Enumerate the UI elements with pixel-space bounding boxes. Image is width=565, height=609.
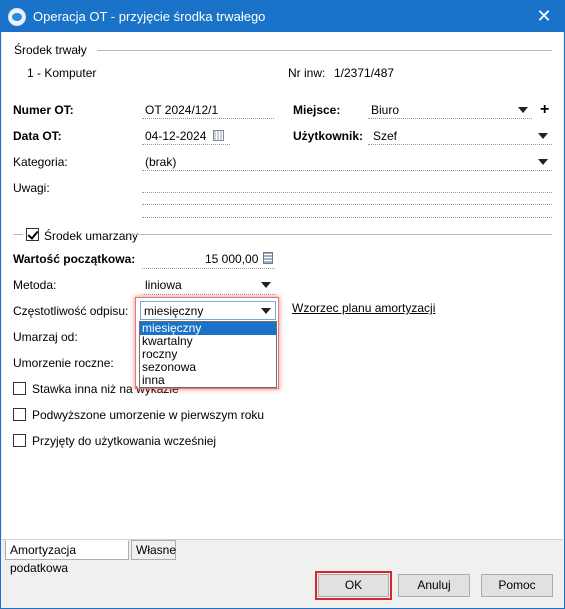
- metoda-dropdown-arrow-icon[interactable]: [261, 282, 271, 288]
- nr-inw-label: Nr inw:: [288, 66, 326, 80]
- miejsce-dropdown-arrow-icon[interactable]: [518, 107, 528, 113]
- kategoria-label: Kategoria:: [13, 155, 68, 169]
- dialog-window: Operacja OT - przyjęcie środka trwałego …: [0, 0, 565, 609]
- metoda-select[interactable]: liniowa: [145, 278, 182, 292]
- czestotliwosc-select[interactable]: miesięczny: [140, 301, 276, 320]
- data-ot-underline: [142, 144, 230, 145]
- calendar-icon[interactable]: [213, 130, 224, 141]
- dialog-content: Środek trwały 1 - Komputer Nr inw: 1/237…: [2, 32, 563, 542]
- czestotliwosc-dropdown-arrow-icon[interactable]: [261, 308, 271, 314]
- uwagi-line-2[interactable]: [142, 204, 552, 205]
- srodek-umarzany-label: Środek umarzany: [44, 229, 139, 243]
- uwagi-line-1[interactable]: [142, 192, 552, 193]
- miejsce-underline: [368, 118, 532, 119]
- numer-ot-field[interactable]: OT 2024/12/1: [145, 103, 218, 117]
- pomoc-button[interactable]: Pomoc: [481, 574, 553, 597]
- wartosc-field[interactable]: 15 000,00: [205, 252, 258, 266]
- wzorzec-link[interactable]: Wzorzec planu amortyzacji: [292, 301, 435, 315]
- uzytkownik-underline: [368, 144, 552, 145]
- dropdown-option-inna[interactable]: inna: [140, 374, 276, 387]
- data-ot-field[interactable]: 04-12-2024: [145, 129, 206, 143]
- przyjety-wczesniej-checkbox[interactable]: [13, 434, 26, 447]
- add-miejsce-button[interactable]: +: [540, 102, 549, 118]
- miejsce-select[interactable]: Biuro: [371, 103, 399, 117]
- title-bar[interactable]: Operacja OT - przyjęcie środka trwałego …: [1, 1, 564, 32]
- uzytkownik-dropdown-arrow-icon[interactable]: [538, 133, 548, 139]
- srodek-name: 1 - Komputer: [27, 66, 97, 80]
- kategoria-underline: [142, 170, 552, 171]
- data-ot-label: Data OT:: [13, 129, 62, 143]
- metoda-label: Metoda:: [13, 278, 57, 292]
- umarzaj-od-label: Umarzaj od:: [13, 330, 78, 344]
- app-logo-icon: [8, 8, 26, 26]
- podwyzszone-umorzenie-label: Podwyższone umorzenie w pierwszym roku: [32, 408, 265, 422]
- miejsce-label: Miejsce:: [293, 103, 341, 117]
- tab-strip: Amortyzacja podatkowa Własne: [2, 539, 563, 575]
- czestotliwosc-dropdown-list[interactable]: miesięczny kwartalny roczny sezonowa inn…: [139, 321, 277, 388]
- wartosc-label: Wartość początkowa:: [13, 252, 136, 266]
- close-button[interactable]: ✕: [533, 6, 555, 26]
- przyjety-wczesniej-label: Przyjęty do użytkowania wcześniej: [32, 434, 217, 448]
- numer-ot-underline: [142, 118, 274, 119]
- numer-ot-label: Numer OT:: [13, 103, 74, 117]
- metoda-underline: [142, 294, 275, 295]
- wartosc-underline: [142, 268, 275, 269]
- window-title: Operacja OT - przyjęcie środka trwałego: [33, 9, 266, 24]
- umarzany-divider-left: [13, 234, 23, 235]
- uzytkownik-label: Użytkownik:: [293, 129, 364, 143]
- srodek-umarzany-checkbox[interactable]: [26, 228, 39, 241]
- czestotliwosc-value: miesięczny: [144, 304, 204, 318]
- umarzany-divider-right: [131, 234, 552, 235]
- uwagi-line-3[interactable]: [142, 217, 552, 218]
- srodek-section-label: Środek trwały: [14, 43, 87, 57]
- stawka-inna-checkbox[interactable]: [13, 382, 26, 395]
- nr-inw-value: 1/2371/487: [334, 66, 395, 80]
- uwagi-label: Uwagi:: [13, 181, 50, 195]
- uzytkownik-select[interactable]: Szef: [373, 129, 397, 143]
- ok-highlight-frame: [315, 571, 392, 600]
- anuluj-button[interactable]: Anuluj: [398, 574, 470, 597]
- czestotliwosc-label: Częstotliwość odpisu:: [13, 304, 129, 318]
- tab-amortyzacja-podatkowa[interactable]: Amortyzacja podatkowa: [5, 540, 129, 575]
- section-divider: [97, 50, 552, 51]
- tab-wlasne[interactable]: Własne: [131, 540, 176, 560]
- kategoria-dropdown-arrow-icon[interactable]: [538, 159, 548, 165]
- kategoria-select[interactable]: (brak): [145, 155, 176, 169]
- calculator-icon[interactable]: [263, 252, 273, 264]
- umorzenie-roczne-label: Umorzenie roczne:: [13, 356, 114, 370]
- podwyzszone-umorzenie-checkbox[interactable]: [13, 408, 26, 421]
